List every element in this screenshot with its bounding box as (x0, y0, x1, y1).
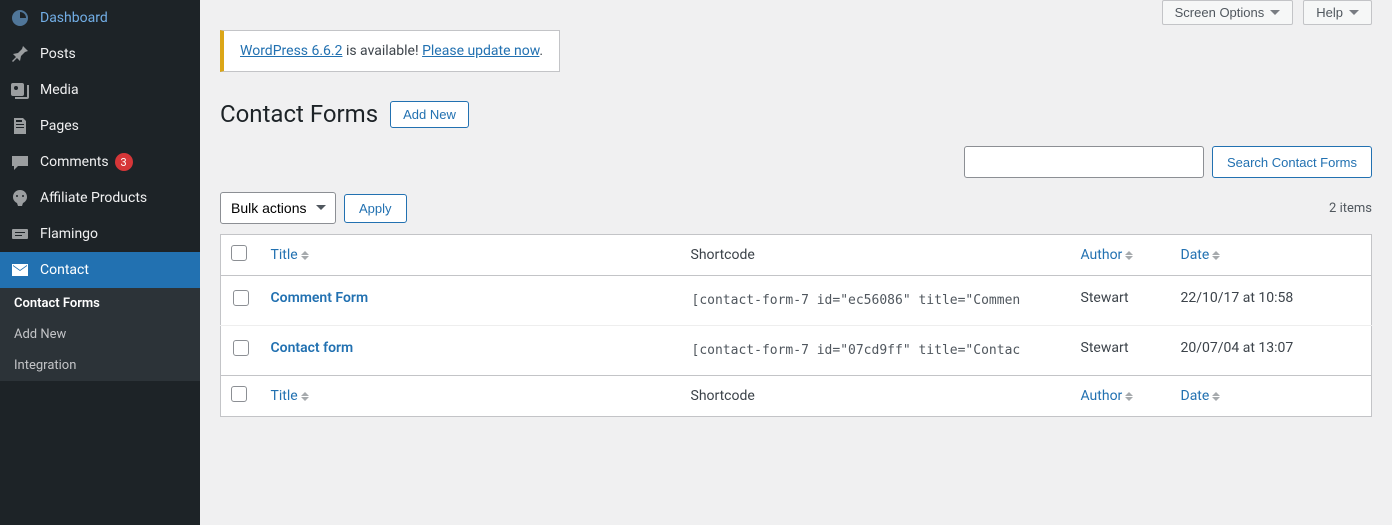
sort-icon (301, 388, 309, 405)
chevron-down-icon (1270, 10, 1280, 20)
sidebar-item-label: Dashboard (40, 10, 108, 26)
dashboard-icon (10, 8, 30, 28)
sort-icon (1125, 388, 1133, 405)
affiliate-icon (10, 188, 30, 208)
flamingo-icon (10, 224, 30, 244)
screen-options-button[interactable]: Screen Options (1162, 0, 1294, 25)
sidebar-sub-add-new[interactable]: Add New (0, 319, 200, 350)
date-cell: 20/07/04 at 13:07 (1171, 326, 1372, 376)
col-shortcode-footer: Shortcode (681, 376, 1071, 417)
shortcode-input[interactable] (691, 340, 1061, 361)
select-all-checkbox-footer[interactable] (231, 386, 247, 402)
sort-icon (1212, 388, 1220, 405)
col-title-header[interactable]: Title (261, 235, 681, 276)
table-row: Contact form Stewart 20/07/04 at 13:07 (221, 326, 1372, 376)
media-icon (10, 80, 30, 100)
sidebar-item-label: Flamingo (40, 226, 98, 242)
sidebar-item-flamingo[interactable]: Flamingo (0, 216, 200, 252)
form-title-link[interactable]: Comment Form (271, 290, 369, 306)
sidebar-item-label: Pages (40, 118, 79, 134)
main-content: Screen Options Help WordPress 6.6.2 is a… (200, 0, 1392, 525)
sort-icon (1125, 247, 1133, 264)
author-cell: Stewart (1071, 326, 1171, 376)
sidebar-submenu: Contact Forms Add New Integration (0, 288, 200, 381)
page-heading: Contact Forms Add New (220, 100, 1372, 128)
date-cell: 22/10/17 at 10:58 (1171, 276, 1372, 326)
sidebar-item-pages[interactable]: Pages (0, 108, 200, 144)
page-title: Contact Forms (220, 100, 378, 128)
sidebar-sub-integration[interactable]: Integration (0, 350, 200, 381)
select-all-checkbox[interactable] (231, 245, 247, 261)
sort-icon (1212, 247, 1220, 264)
sidebar-item-label: Posts (40, 46, 76, 62)
sidebar-sub-contact-forms[interactable]: Contact Forms (0, 288, 200, 319)
sidebar-item-media[interactable]: Media (0, 72, 200, 108)
screen-options-label: Screen Options (1175, 5, 1265, 20)
sort-icon (301, 247, 309, 264)
mail-icon (10, 260, 30, 280)
bulk-row: Bulk actions Apply 2 items (220, 192, 1372, 224)
apply-button[interactable]: Apply (344, 194, 407, 223)
author-cell: Stewart (1071, 276, 1171, 326)
help-label: Help (1316, 5, 1343, 20)
wp-version-link[interactable]: WordPress 6.6.2 (240, 43, 342, 59)
top-right-controls: Screen Options Help (1162, 0, 1372, 25)
shortcode-input[interactable] (691, 290, 1061, 311)
pin-icon (10, 44, 30, 64)
notice-text-end: . (539, 43, 543, 59)
sidebar-item-comments[interactable]: Comments 3 (0, 144, 200, 180)
chevron-down-icon (1349, 10, 1359, 20)
notice-text: is available! (342, 43, 422, 59)
add-new-button[interactable]: Add New (390, 101, 469, 128)
sidebar-item-affiliate[interactable]: Affiliate Products (0, 180, 200, 216)
pages-icon (10, 116, 30, 136)
admin-sidebar: Dashboard Posts Media Pages Comments 3 A… (0, 0, 200, 525)
table-row: Comment Form Stewart 22/10/17 at 10:58 (221, 276, 1372, 326)
col-title-footer[interactable]: Title (261, 376, 681, 417)
col-date-footer[interactable]: Date (1171, 376, 1372, 417)
items-count: 2 items (1329, 201, 1372, 216)
contact-forms-table: Title Shortcode Author Date Comment Form… (220, 234, 1372, 417)
row-checkbox[interactable] (233, 340, 249, 356)
sidebar-item-dashboard[interactable]: Dashboard (0, 0, 200, 36)
sidebar-item-label: Affiliate Products (40, 190, 147, 206)
col-author-footer[interactable]: Author (1071, 376, 1171, 417)
update-notice: WordPress 6.6.2 is available! Please upd… (220, 30, 560, 72)
search-input[interactable] (964, 146, 1204, 178)
form-title-link[interactable]: Contact form (271, 340, 354, 356)
row-checkbox[interactable] (233, 290, 249, 306)
comments-badge: 3 (115, 153, 133, 171)
search-row: Search Contact Forms (220, 146, 1372, 178)
sidebar-item-posts[interactable]: Posts (0, 36, 200, 72)
sidebar-item-label: Comments (40, 154, 109, 170)
sidebar-item-label: Contact (40, 262, 89, 278)
help-button[interactable]: Help (1303, 0, 1372, 25)
comment-icon (10, 152, 30, 172)
col-date-header[interactable]: Date (1171, 235, 1372, 276)
update-now-link[interactable]: Please update now (422, 43, 539, 59)
col-author-header[interactable]: Author (1071, 235, 1171, 276)
sidebar-item-label: Media (40, 82, 79, 98)
col-shortcode-header: Shortcode (681, 235, 1071, 276)
sidebar-item-contact[interactable]: Contact (0, 252, 200, 288)
search-button[interactable]: Search Contact Forms (1212, 146, 1372, 178)
bulk-actions-select[interactable]: Bulk actions (220, 192, 336, 224)
